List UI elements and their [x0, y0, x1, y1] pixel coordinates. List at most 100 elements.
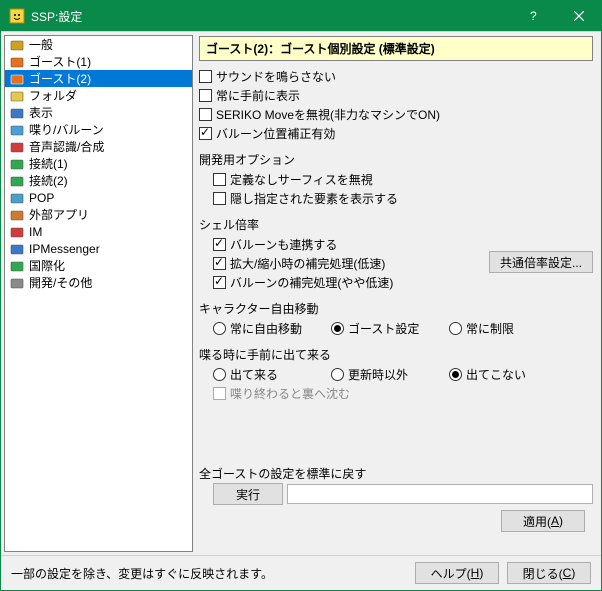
reset-label: 全ゴーストの設定を標準に戻す	[199, 464, 593, 482]
chk-sink-row: 喋り終わると裏へ沈む	[199, 384, 593, 402]
sidebar-item-label: 接続(2)	[29, 172, 68, 189]
sidebar-icon	[9, 71, 25, 87]
shell-scale-label: シェル倍率	[199, 215, 593, 233]
char-r1-row[interactable]: 常に自由移動	[213, 320, 331, 337]
svg-text:?: ?	[530, 9, 537, 23]
sidebar-icon	[9, 88, 25, 104]
sidebar-icon	[9, 190, 25, 206]
sidebar-icon	[9, 105, 25, 121]
help-footer-button[interactable]: ヘルプ(H)	[415, 562, 499, 584]
chk-seriko-row[interactable]: SERIKO Moveを無視(非力なマシンでON)	[199, 105, 593, 123]
sidebar-item-4[interactable]: 表示	[5, 104, 192, 121]
close-window-button[interactable]	[556, 1, 601, 31]
sidebar-icon	[9, 139, 25, 155]
sidebar-item-label: 一般	[29, 36, 53, 53]
sidebar-icon	[9, 258, 25, 274]
char-r2[interactable]	[331, 322, 344, 335]
chk-seriko[interactable]	[199, 108, 212, 121]
footer: 一部の設定を除き、変更はすぐに反映されます。 ヘルプ(H) 閉じる(C)	[1, 555, 601, 590]
sidebar-item-label: ゴースト(2)	[29, 70, 91, 87]
titlebar: SSP:設定 ?	[1, 1, 601, 31]
chk-sound[interactable]	[199, 70, 212, 83]
sidebar-item-11[interactable]: IM	[5, 223, 192, 240]
chk-balloon-link[interactable]	[213, 238, 226, 251]
sidebar-icon	[9, 241, 25, 257]
category-tree[interactable]: 一般ゴースト(1)ゴースト(2)フォルダ表示喋り/バルーン音声認識/合成接続(1…	[4, 35, 193, 552]
reset-row: 実行	[199, 483, 593, 505]
chk-balloon-pos-row[interactable]: バルーン位置補正有効	[199, 124, 593, 142]
char-move-radios: 常に自由移動 ゴースト設定 常に制限	[199, 319, 593, 337]
sidebar-item-label: ゴースト(1)	[29, 53, 91, 70]
sidebar-item-label: POP	[29, 191, 54, 205]
app-icon	[9, 8, 25, 24]
sidebar-item-8[interactable]: 接続(2)	[5, 172, 192, 189]
sidebar-item-7[interactable]: 接続(1)	[5, 155, 192, 172]
sidebar-icon	[9, 224, 25, 240]
footer-note: 一部の設定を除き、変更はすぐに反映されます。	[11, 565, 407, 582]
chk-balloon-comp-row[interactable]: バルーンの補完処理(やや低速)	[199, 273, 593, 291]
common-scale-button[interactable]: 共通倍率設定...	[489, 251, 593, 273]
sidebar-icon	[9, 122, 25, 138]
chk-balloon-pos[interactable]	[199, 127, 212, 140]
chk-sound-row[interactable]: サウンドを鳴らさない	[199, 67, 593, 85]
chk-front[interactable]	[199, 89, 212, 102]
sidebar-icon	[9, 275, 25, 291]
sidebar-item-9[interactable]: POP	[5, 189, 192, 206]
dev-options-label: 開発用オプション	[199, 150, 593, 168]
sidebar-item-label: 音声認識/合成	[29, 138, 104, 155]
sidebar-item-13[interactable]: 国際化	[5, 257, 192, 274]
sidebar-item-0[interactable]: 一般	[5, 36, 192, 53]
help-button[interactable]: ?	[511, 1, 556, 31]
talk-r3[interactable]	[449, 368, 462, 381]
sidebar-item-label: 接続(1)	[29, 155, 68, 172]
sidebar-item-label: 表示	[29, 104, 53, 121]
talk-r1[interactable]	[213, 368, 226, 381]
chk-scale-comp[interactable]	[213, 257, 226, 270]
panel-header: ゴースト(2)：ゴースト個別設定 (標準設定)	[199, 36, 593, 61]
chk-front-row[interactable]: 常に手前に表示	[199, 86, 593, 104]
sidebar-item-6[interactable]: 音声認識/合成	[5, 138, 192, 155]
talk-front-label: 喋る時に手前に出て来る	[199, 345, 593, 363]
sidebar-item-label: IPMessenger	[29, 242, 100, 256]
sidebar-item-label: 喋り/バルーン	[29, 121, 104, 138]
chk-hidden-row[interactable]: 隠し指定された要素を表示する	[199, 189, 593, 207]
sidebar-icon	[9, 37, 25, 53]
reset-status-box	[287, 484, 593, 504]
chk-balloon-comp[interactable]	[213, 276, 226, 289]
sidebar-icon	[9, 207, 25, 223]
talk-r3-row[interactable]: 出てこない	[449, 366, 567, 383]
char-r1[interactable]	[213, 322, 226, 335]
window-title: SSP:設定	[31, 8, 511, 25]
sidebar-item-5[interactable]: 喋り/バルーン	[5, 121, 192, 138]
main-area: 一般ゴースト(1)ゴースト(2)フォルダ表示喋り/バルーン音声認識/合成接続(1…	[1, 31, 601, 555]
sidebar-item-label: フォルダ	[29, 87, 77, 104]
sidebar-icon	[9, 54, 25, 70]
talk-r1-row[interactable]: 出て来る	[213, 366, 331, 383]
settings-window: SSP:設定 ? 一般ゴースト(1)ゴースト(2)フォルダ表示喋り/バルーン音声…	[0, 0, 602, 591]
sidebar-item-label: 開発/その他	[29, 274, 92, 291]
sidebar-item-label: 国際化	[29, 257, 65, 274]
sidebar-item-14[interactable]: 開発/その他	[5, 274, 192, 291]
exec-button[interactable]: 実行	[213, 483, 283, 505]
apply-button[interactable]: 適用(A)	[501, 510, 585, 532]
content-panel: ゴースト(2)：ゴースト個別設定 (標準設定) サウンドを鳴らさない 常に手前に…	[193, 32, 601, 555]
sidebar-item-label: IM	[29, 225, 42, 239]
sidebar-item-2[interactable]: ゴースト(2)	[5, 70, 192, 87]
chk-sink	[213, 387, 226, 400]
char-r2-row[interactable]: ゴースト設定	[331, 320, 449, 337]
char-r3[interactable]	[449, 322, 462, 335]
sidebar-item-1[interactable]: ゴースト(1)	[5, 53, 192, 70]
chk-hidden[interactable]	[213, 192, 226, 205]
sidebar-item-10[interactable]: 外部アプリ	[5, 206, 192, 223]
talk-r2-row[interactable]: 更新時以外	[331, 366, 449, 383]
char-r3-row[interactable]: 常に制限	[449, 320, 567, 337]
chk-nodef-row[interactable]: 定義なしサーフィスを無視	[199, 170, 593, 188]
talk-front-radios: 出て来る 更新時以外 出てこない	[199, 365, 593, 383]
talk-r2[interactable]	[331, 368, 344, 381]
close-footer-button[interactable]: 閉じる(C)	[507, 562, 591, 584]
sidebar-item-12[interactable]: IPMessenger	[5, 240, 192, 257]
chk-nodef[interactable]	[213, 173, 226, 186]
sidebar-icon	[9, 156, 25, 172]
sidebar-item-label: 外部アプリ	[29, 206, 89, 223]
sidebar-item-3[interactable]: フォルダ	[5, 87, 192, 104]
